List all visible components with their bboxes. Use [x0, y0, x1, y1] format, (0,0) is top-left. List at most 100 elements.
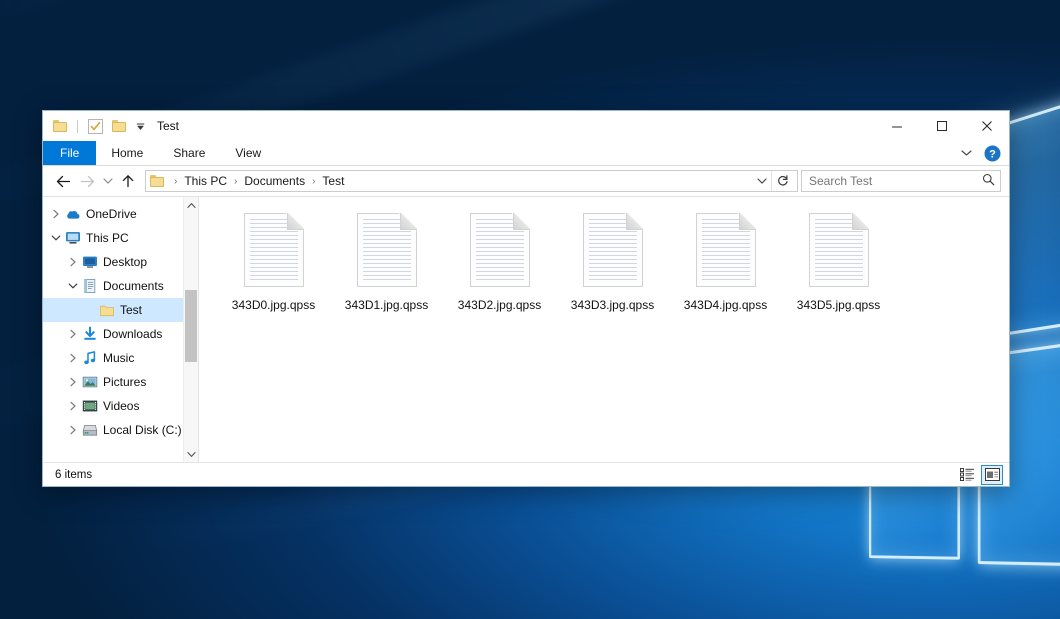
folder-icon[interactable]: [50, 116, 70, 136]
back-button[interactable]: [51, 169, 75, 193]
toolbar-separator: [77, 120, 78, 133]
help-icon[interactable]: ?: [983, 144, 1001, 162]
item-count: 6 items: [55, 469, 92, 481]
sidebar-item-label: Desktop: [103, 255, 147, 269]
file-grid: 343D0.jpg.qpss 343D1.jpg.qpss 343D2.jpg.qp…: [217, 211, 1009, 329]
search-icon[interactable]: [982, 173, 995, 189]
recent-locations-button[interactable]: [99, 169, 116, 193]
file-name: 343D5.jpg.qpss: [797, 298, 880, 313]
sidebar-item-label: OneDrive: [86, 207, 137, 221]
chevron-right-icon[interactable]: [64, 401, 81, 411]
breadcrumb-test[interactable]: Test: [320, 174, 346, 188]
refresh-icon[interactable]: [771, 171, 793, 191]
close-button[interactable]: [964, 111, 1009, 141]
breadcrumb-separator: ›: [307, 176, 320, 187]
sidebar-item-test[interactable]: Test: [43, 298, 198, 322]
window-controls: [874, 111, 1009, 141]
sidebar-item-documents[interactable]: Documents: [43, 274, 198, 298]
window-title: Test: [157, 119, 179, 133]
sidebar-item-this-pc[interactable]: This PC: [43, 226, 198, 250]
forward-button[interactable]: [75, 169, 99, 193]
breadcrumb-documents[interactable]: Documents: [242, 174, 307, 188]
file-item[interactable]: 343D2.jpg.qpss: [443, 211, 556, 329]
chevron-right-icon[interactable]: [64, 425, 81, 435]
sidebar-item-label: This PC: [86, 231, 129, 245]
chevron-right-icon[interactable]: [64, 257, 81, 267]
sidebar-item-label: Test: [120, 303, 142, 317]
sidebar-item-label: Local Disk (C:): [103, 423, 182, 437]
chevron-right-icon[interactable]: [64, 329, 81, 339]
address-bar-row: › This PC › Documents › Test Search Test: [43, 166, 1009, 197]
chevron-right-icon[interactable]: [47, 209, 64, 219]
address-bar-controls: [752, 171, 793, 191]
file-item[interactable]: 343D4.jpg.qpss: [669, 211, 782, 329]
search-input[interactable]: Search Test: [809, 174, 982, 188]
chevron-right-icon[interactable]: [64, 353, 81, 363]
chevron-down-icon[interactable]: [64, 282, 81, 290]
ribbon-tab-strip: File Home Share View ?: [43, 141, 1009, 166]
file-name: 343D2.jpg.qpss: [458, 298, 541, 313]
chevron-down-icon[interactable]: [955, 142, 977, 164]
navigation-pane: OneDrive This PC Desktop Documents Test Downl…: [43, 197, 199, 462]
scroll-track[interactable]: [184, 213, 198, 446]
sidebar-item-videos[interactable]: Videos: [43, 394, 198, 418]
file-name: 343D0.jpg.qpss: [232, 298, 315, 313]
tab-file[interactable]: File: [43, 141, 96, 165]
file-item[interactable]: 343D5.jpg.qpss: [782, 211, 895, 329]
tab-home[interactable]: Home: [96, 141, 158, 165]
chevron-down-icon[interactable]: [47, 234, 64, 242]
details-view-button[interactable]: [956, 465, 978, 485]
chevron-right-icon[interactable]: [64, 377, 81, 387]
generic-document-icon: [357, 213, 417, 287]
status-bar: 6 items: [43, 462, 1009, 486]
breadcrumb-separator: ›: [229, 176, 242, 187]
folder-tree: OneDrive This PC Desktop Documents Test Downl…: [43, 202, 198, 442]
sidebar-item-label: Documents: [103, 279, 164, 293]
localdisk-icon: [81, 422, 98, 438]
sidebar-item-local-disk-c[interactable]: Local Disk (C:): [43, 418, 198, 442]
scroll-thumb[interactable]: [185, 290, 197, 362]
documents-icon: [81, 278, 98, 294]
file-item[interactable]: 343D3.jpg.qpss: [556, 211, 669, 329]
desktop-icon: [81, 254, 98, 270]
downloads-icon: [81, 326, 98, 342]
sidebar-item-desktop[interactable]: Desktop: [43, 250, 198, 274]
new-folder-icon[interactable]: [109, 116, 129, 136]
nav-scrollbar[interactable]: [183, 197, 198, 462]
title-bar: Test: [43, 111, 1009, 141]
thispc-icon: [64, 230, 81, 246]
generic-document-icon: [244, 213, 304, 287]
large-icons-view-button[interactable]: [981, 465, 1003, 485]
breadcrumb-this-pc[interactable]: This PC: [182, 174, 229, 188]
videos-icon: [81, 398, 98, 414]
address-bar[interactable]: › This PC › Documents › Test: [145, 170, 798, 192]
ribbon-right-controls: ?: [955, 141, 1009, 165]
onedrive-icon: [64, 206, 81, 222]
music-icon: [81, 350, 98, 366]
quick-access-toolbar: [50, 116, 147, 136]
sidebar-item-label: Music: [103, 351, 134, 365]
file-explorer-window: Test File Home Share View: [42, 110, 1010, 487]
properties-icon[interactable]: [85, 116, 105, 136]
previous-locations-icon[interactable]: [752, 171, 771, 191]
scroll-down-icon[interactable]: [184, 446, 198, 462]
tab-view[interactable]: View: [220, 141, 276, 165]
generic-document-icon: [583, 213, 643, 287]
search-box[interactable]: Search Test: [801, 170, 1001, 192]
file-list-pane[interactable]: 343D0.jpg.qpss 343D1.jpg.qpss 343D2.jpg.qp…: [199, 197, 1009, 462]
scroll-up-icon[interactable]: [184, 197, 198, 213]
sidebar-item-onedrive[interactable]: OneDrive: [43, 202, 198, 226]
tab-share[interactable]: Share: [158, 141, 220, 165]
up-button[interactable]: [116, 169, 140, 193]
customize-dropdown-icon[interactable]: [133, 116, 147, 136]
sidebar-item-music[interactable]: Music: [43, 346, 198, 370]
file-name: 343D4.jpg.qpss: [684, 298, 767, 313]
breadcrumb-separator: ›: [169, 176, 182, 187]
view-buttons: [956, 465, 1003, 485]
file-item[interactable]: 343D1.jpg.qpss: [330, 211, 443, 329]
file-item[interactable]: 343D0.jpg.qpss: [217, 211, 330, 329]
sidebar-item-downloads[interactable]: Downloads: [43, 322, 198, 346]
maximize-button[interactable]: [919, 111, 964, 141]
sidebar-item-pictures[interactable]: Pictures: [43, 370, 198, 394]
minimize-button[interactable]: [874, 111, 919, 141]
